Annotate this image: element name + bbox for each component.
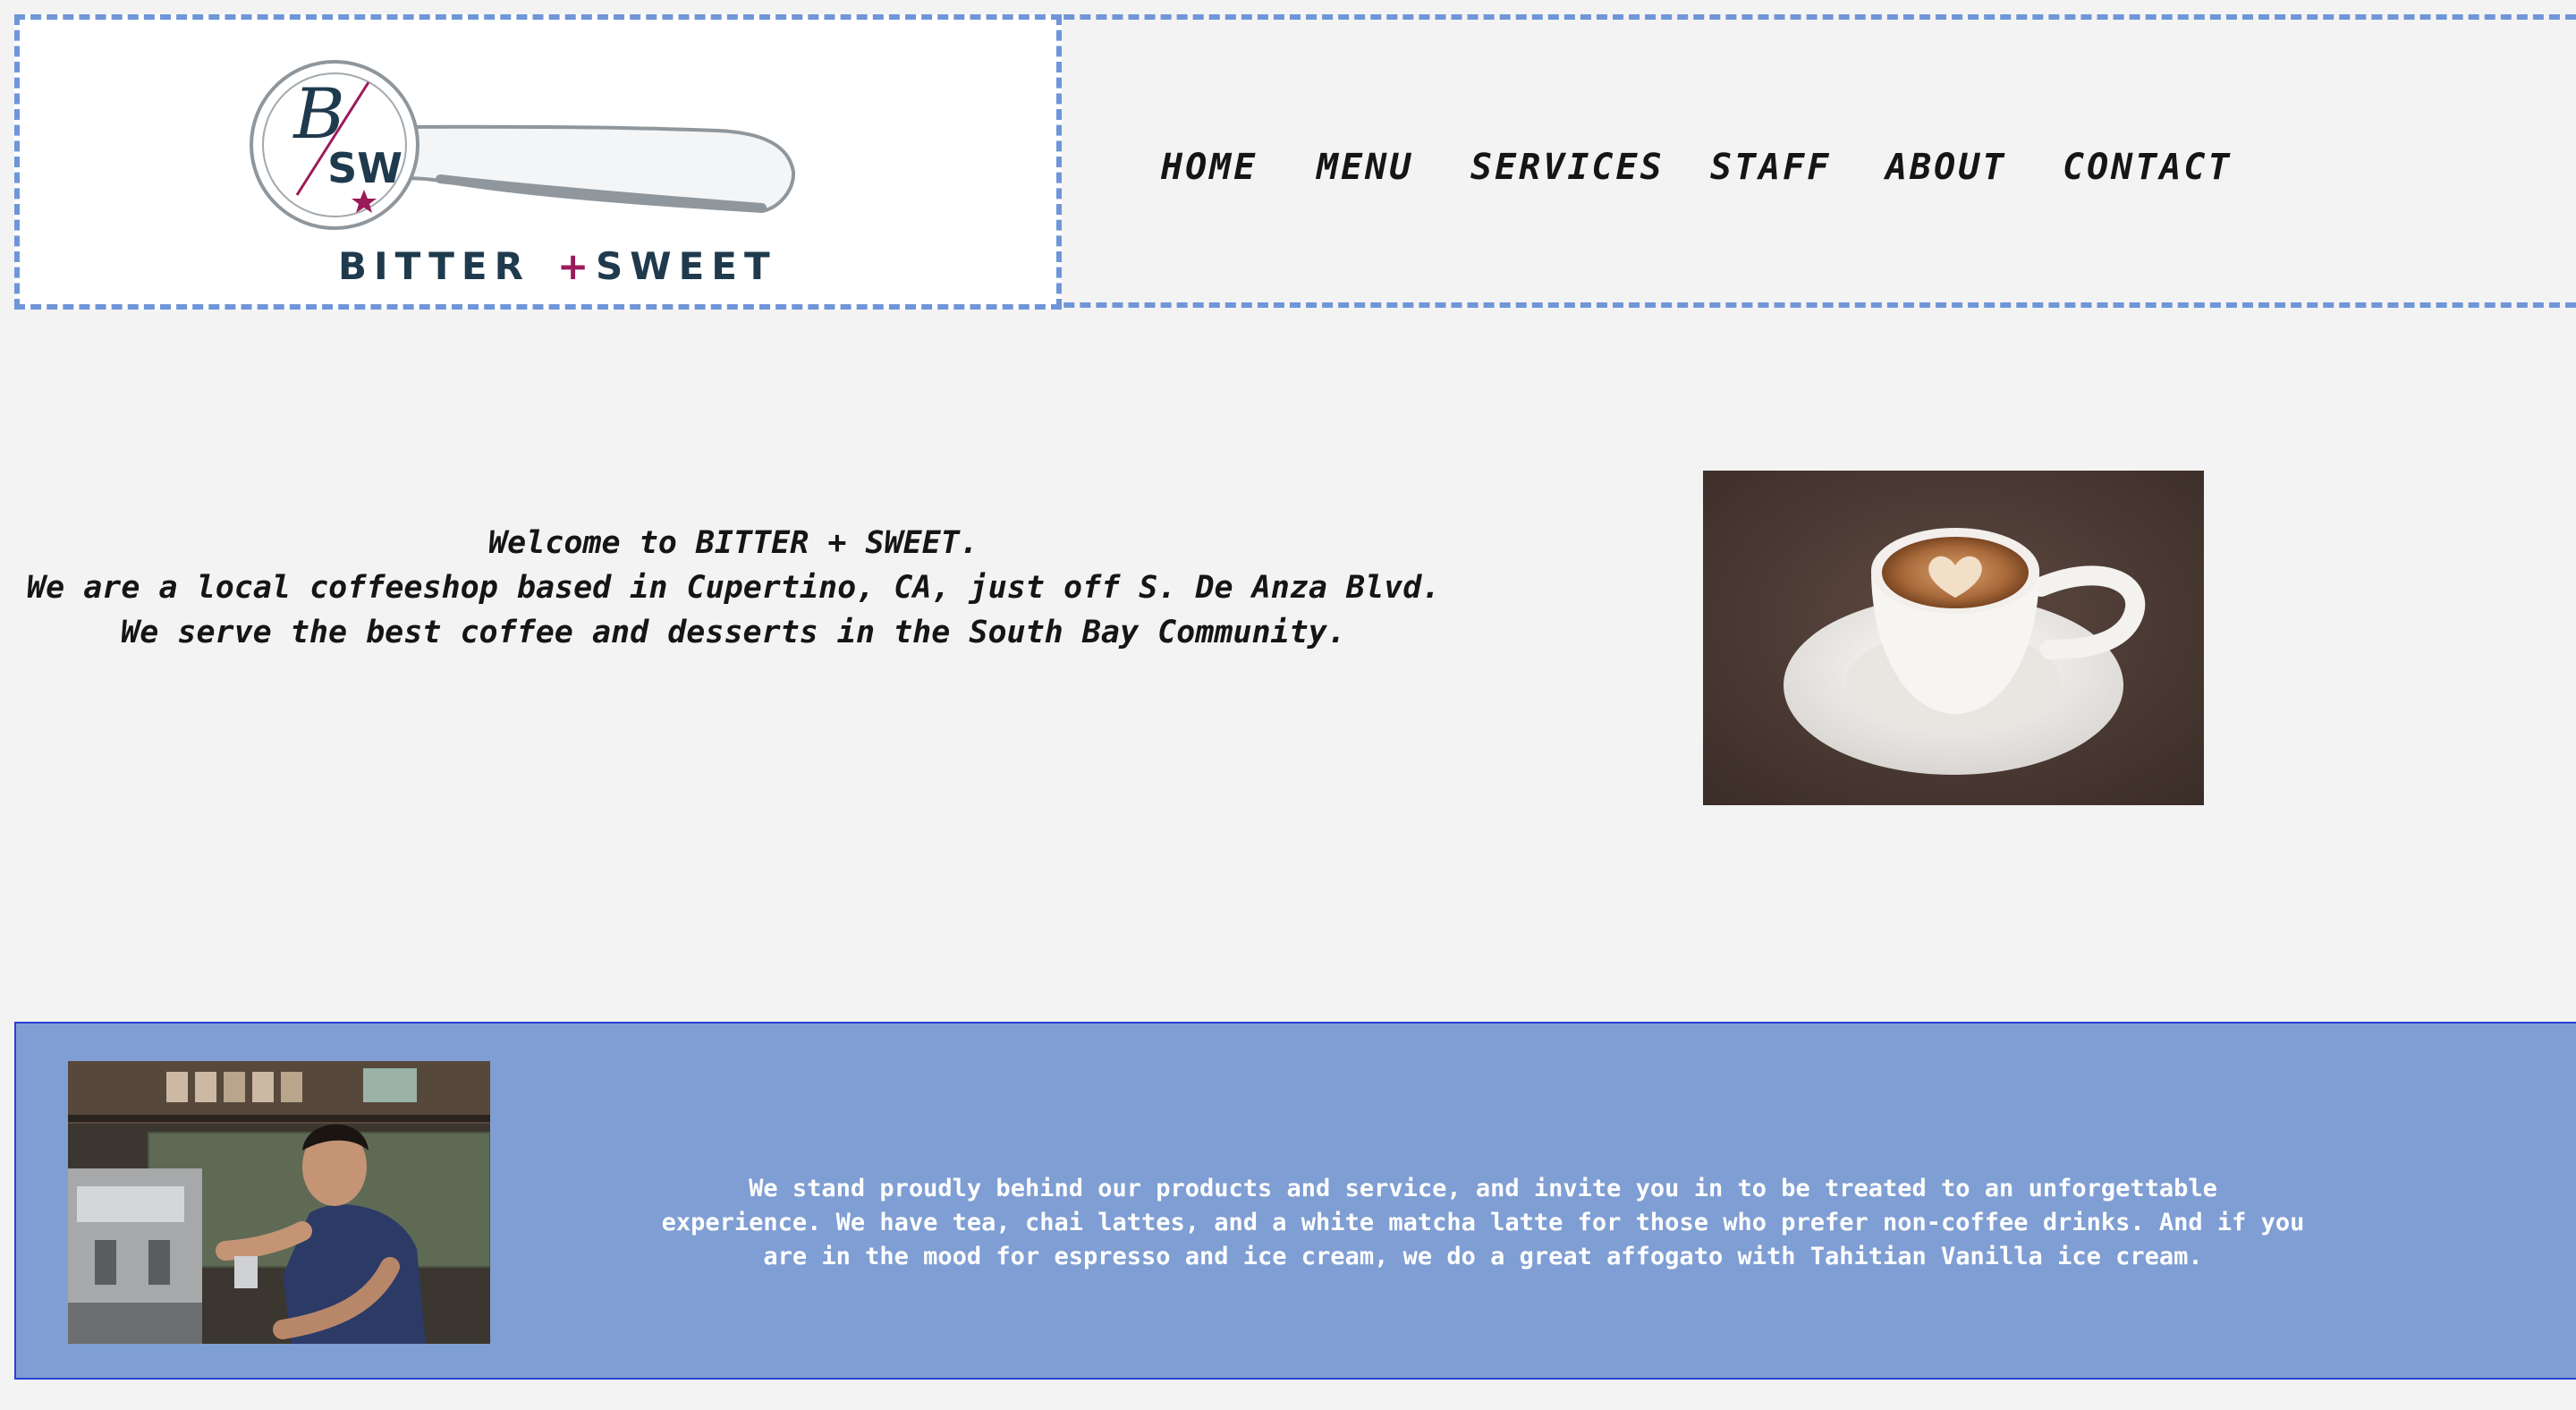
coffee-cup-image [1703,471,2204,805]
nav-about[interactable]: ABOUT [1885,147,2006,188]
nav-contact[interactable]: CONTACT [2063,147,2233,188]
barista-illustration [68,1061,490,1344]
wordmark-plus: + [557,244,589,288]
welcome-text: Welcome to BITTER + SWEET. We are a loca… [27,521,1440,655]
barista-image [68,1061,490,1344]
wordmark-bitter: BITTER [338,244,530,288]
monogram-sw: SW [327,144,402,192]
logo[interactable]: B SW BITTER + SWEET [14,14,1062,310]
coffee-cup-illustration [1703,471,2204,805]
welcome-heading: Welcome to BITTER + SWEET. [488,525,979,561]
logo-graphic: B SW BITTER + SWEET [250,60,796,288]
nav-menu[interactable]: MENU [1317,147,1413,188]
about-line-3: are in the mood for espresso and ice cre… [763,1243,2203,1270]
wordmark-sweet: SWEET [596,244,777,288]
about-description: We stand proudly behind our products and… [642,1172,2324,1274]
nav-services[interactable]: SERVICES [1470,147,1665,188]
about-line-2: experience. We have tea, chai lattes, an… [661,1209,2305,1236]
nav-home[interactable]: HOME [1161,147,1258,188]
nav-staff[interactable]: STAFF [1710,147,1831,188]
welcome-line-offer: We serve the best coffee and desserts in… [121,615,1346,650]
about-line-1: We stand proudly behind our products and… [749,1175,2217,1202]
welcome-line-location: We are a local coffeeshop based in Cuper… [27,570,1441,606]
about-band: We stand proudly behind our products and… [14,1022,2576,1380]
monogram-b: B [292,74,344,155]
